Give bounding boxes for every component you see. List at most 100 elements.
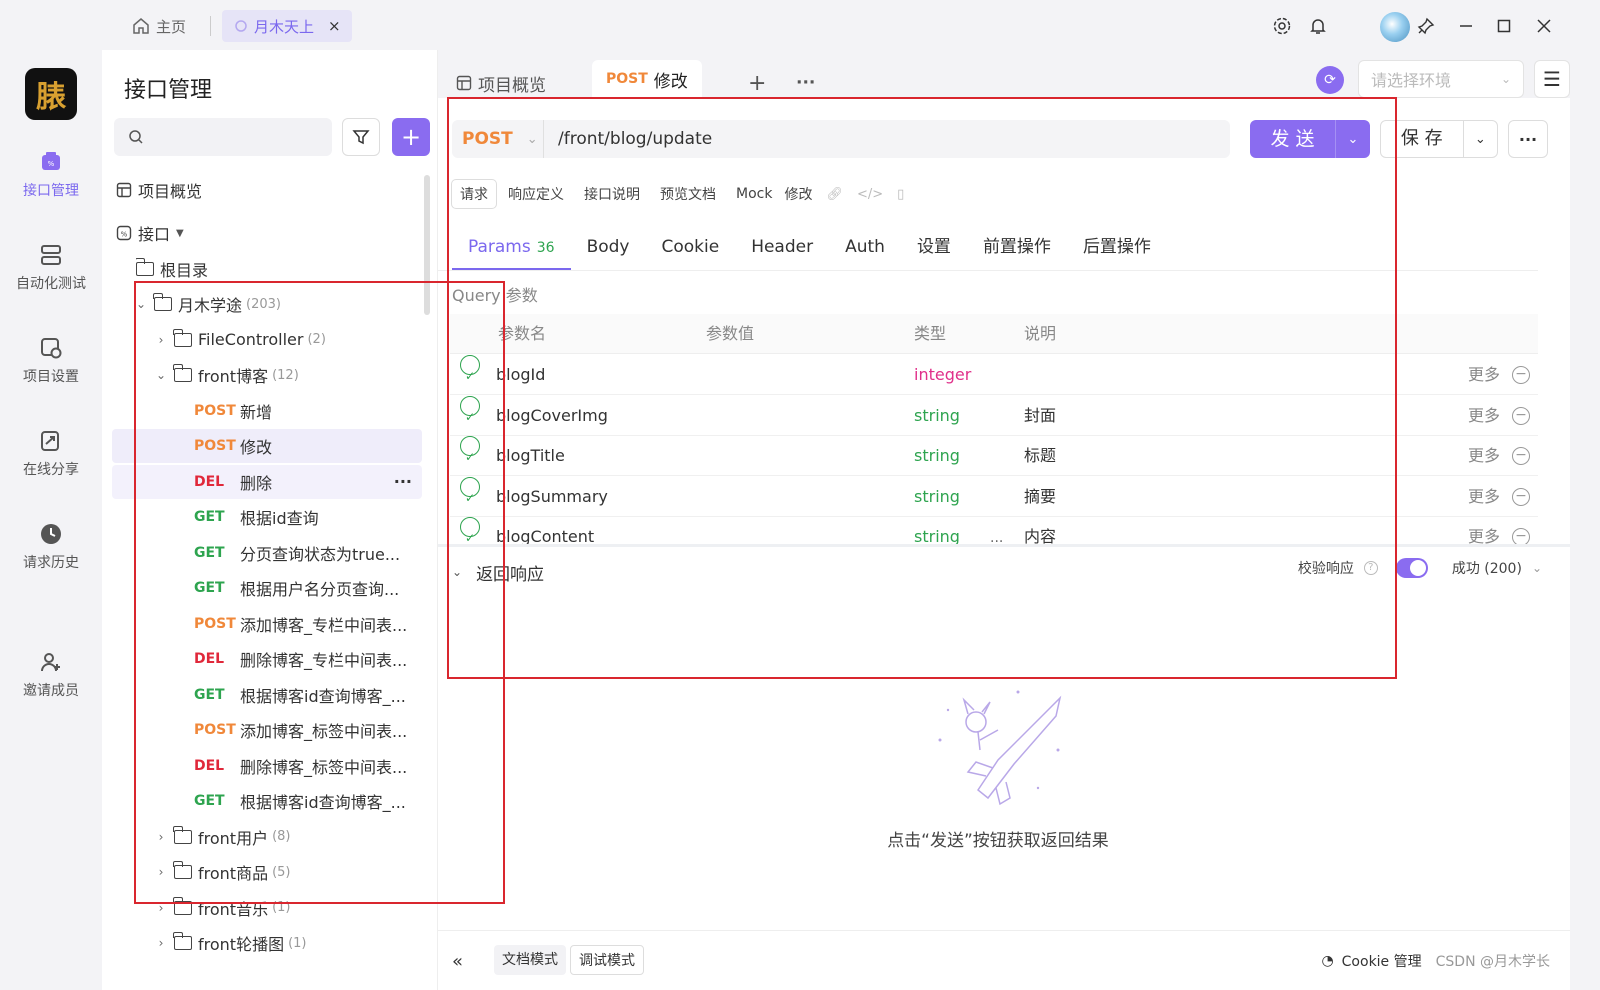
response-status-select[interactable]: 成功 (200) xyxy=(1452,558,1522,578)
tree-api-item[interactable]: POST 添加博客_专栏中间表... xyxy=(112,607,422,641)
resize-handle[interactable]: ··· xyxy=(990,534,1003,550)
tree-folder[interactable]: ⌄ front博客 (12) xyxy=(112,358,422,392)
validate-response-toggle[interactable] xyxy=(1395,558,1428,578)
remove-param-icon[interactable]: − xyxy=(1512,406,1530,425)
menu-icon[interactable]: ☰ xyxy=(1534,60,1570,98)
param-more-button[interactable]: 更多 xyxy=(1468,477,1500,517)
tree-api-item[interactable]: POST 新增 xyxy=(112,394,422,428)
panel-toggle-icon[interactable]: ▯ xyxy=(897,187,904,202)
tree-api-item[interactable]: GET 根据博客id查询博客_... xyxy=(112,784,422,818)
param-name[interactable]: blogCoverImg xyxy=(496,396,608,436)
chevron-right-icon[interactable]: › xyxy=(154,865,168,879)
param-name[interactable]: blogContent xyxy=(496,517,594,544)
panel-splitter[interactable] xyxy=(438,544,1570,547)
tree-api-item[interactable]: POST 修改 xyxy=(112,429,422,463)
remove-param-icon[interactable]: − xyxy=(1512,366,1530,384)
nav-project-settings[interactable]: 项目设置 xyxy=(0,336,102,386)
tab-pre-operations[interactable]: 前置操作 xyxy=(967,230,1067,270)
filter-button[interactable] xyxy=(342,118,380,156)
tree-api-item[interactable]: GET 分页查询状态为true... xyxy=(112,536,422,570)
param-name[interactable]: blogId xyxy=(496,355,545,395)
sidebar-section-apis[interactable]: % 接口 ▼ xyxy=(116,216,426,250)
settings-gear-icon[interactable] xyxy=(1268,12,1296,40)
tree-api-item[interactable]: GET 根据id查询 xyxy=(112,500,422,534)
param-name[interactable]: blogTitle xyxy=(496,436,565,476)
tree-api-item[interactable]: DEL 删除博客_标签中间表... xyxy=(112,749,422,783)
chevron-down-icon[interactable]: ⌄ xyxy=(134,297,148,311)
param-description[interactable]: 摘要 xyxy=(1024,477,1056,517)
subtab-preview-doc[interactable]: 预览文档 xyxy=(652,180,724,208)
param-description[interactable]: 内容 xyxy=(1024,517,1056,544)
tab-cookie[interactable]: Cookie xyxy=(645,230,735,270)
chevron-right-icon[interactable]: › xyxy=(154,333,168,347)
help-icon[interactable]: ? xyxy=(1363,561,1378,575)
param-more-button[interactable]: 更多 xyxy=(1468,436,1500,476)
pin-icon[interactable] xyxy=(1412,12,1440,40)
user-avatar[interactable] xyxy=(1380,12,1410,42)
minimize-icon[interactable] xyxy=(1452,12,1480,40)
url-input[interactable]: /front/blog/update xyxy=(544,129,712,149)
chevron-down-icon[interactable]: ⌄ xyxy=(452,565,462,579)
nav-api-management[interactable]: % 接口管理 xyxy=(0,150,102,200)
tree-root-folder[interactable]: 根目录 xyxy=(136,252,446,286)
chevron-right-icon[interactable]: › xyxy=(154,936,168,950)
param-type[interactable]: string xyxy=(914,477,960,517)
tab-home[interactable]: 主页 xyxy=(132,12,186,40)
param-enabled-checkbox[interactable]: ✓ xyxy=(460,436,480,464)
subtab-response-def[interactable]: 响应定义 xyxy=(500,180,572,208)
tab-params[interactable]: Params 36 xyxy=(452,230,571,270)
subtab-api-description[interactable]: 接口说明 xyxy=(576,180,648,208)
maximize-icon[interactable] xyxy=(1490,12,1518,40)
notification-bell-icon[interactable] xyxy=(1304,12,1332,40)
param-more-button[interactable]: 更多 xyxy=(1468,355,1500,395)
param-description[interactable]: 标题 xyxy=(1024,436,1056,476)
send-dropdown-icon[interactable]: ⌄ xyxy=(1336,132,1370,147)
add-api-button[interactable]: + xyxy=(392,118,430,156)
chevron-right-icon[interactable]: › xyxy=(154,830,168,844)
param-enabled-checkbox[interactable]: ✓ xyxy=(460,395,480,424)
search-input[interactable] xyxy=(114,118,332,156)
tree-folder[interactable]: › front商品 (5) xyxy=(112,855,422,889)
tab-post-operations[interactable]: 后置操作 xyxy=(1067,230,1167,270)
tab-project[interactable]: 月木天上 × xyxy=(222,10,352,42)
tab-settings[interactable]: 设置 xyxy=(901,230,967,270)
tab-body[interactable]: Body xyxy=(571,230,646,270)
close-window-icon[interactable] xyxy=(1530,12,1558,40)
tree-folder[interactable]: › front音乐 (1) xyxy=(112,891,422,925)
param-type[interactable]: string xyxy=(914,517,960,544)
subtab-request[interactable]: 请求 xyxy=(452,180,496,208)
tab-overview[interactable]: 项目概览 xyxy=(456,68,546,98)
subtab-mock[interactable]: Mock xyxy=(728,182,780,206)
method-select[interactable]: POST ⌄ xyxy=(452,120,544,158)
remove-param-icon[interactable]: − xyxy=(1512,528,1530,544)
tabs-more-button[interactable]: ··· xyxy=(796,68,815,98)
save-dropdown-icon[interactable]: ⌄ xyxy=(1464,132,1497,147)
send-button[interactable]: 发 送 ⌄ xyxy=(1250,120,1370,158)
param-type[interactable]: string xyxy=(914,436,960,476)
remove-param-icon[interactable]: − xyxy=(1512,487,1530,506)
doc-mode-button[interactable]: 文档模式 xyxy=(494,945,566,975)
tree-api-item[interactable]: GET 根据用户名分页查询... xyxy=(112,571,422,605)
nav-online-share[interactable]: 在线分享 xyxy=(0,429,102,479)
tree-folder[interactable]: ⌄ 月木学途 (203) xyxy=(112,287,422,321)
chevron-right-icon[interactable]: › xyxy=(154,901,168,915)
param-enabled-checkbox[interactable]: ✓ xyxy=(460,476,480,505)
debug-mode-button[interactable]: 调试模式 xyxy=(570,945,644,975)
tree-api-item[interactable]: POST 添加博客_标签中间表... xyxy=(112,713,422,747)
param-type[interactable]: string xyxy=(914,396,960,436)
tree-api-item[interactable]: DEL 删除博客_专栏中间表... xyxy=(112,642,422,676)
sidebar-item-overview[interactable]: 项目概览 xyxy=(116,173,426,207)
chevron-down-icon[interactable]: ⌄ xyxy=(154,368,168,382)
code-icon[interactable]: </> xyxy=(857,187,883,202)
collapse-sidebar-icon[interactable]: « xyxy=(452,951,463,972)
param-enabled-checkbox[interactable]: ✓ xyxy=(460,355,480,383)
save-button[interactable]: 保 存 ⌄ xyxy=(1380,120,1498,158)
tab-header[interactable]: Header xyxy=(735,230,829,270)
request-more-button[interactable]: ··· xyxy=(1508,120,1548,158)
nav-request-history[interactable]: 请求历史 xyxy=(0,522,102,572)
nav-automation[interactable]: 自动化测试 xyxy=(0,243,102,293)
nav-invite-members[interactable]: 邀请成员 xyxy=(0,650,102,700)
tree-folder[interactable]: › front轮播图 (1) xyxy=(112,926,422,960)
tab-auth[interactable]: Auth xyxy=(829,230,901,270)
tree-api-item[interactable]: DEL 删除 ··· xyxy=(112,464,422,499)
